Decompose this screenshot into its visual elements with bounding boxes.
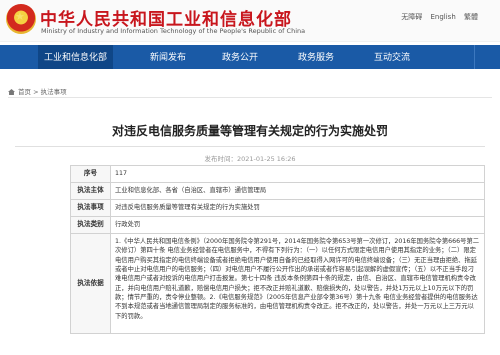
row-value-index: 117 [110,165,485,183]
table-row: 执法事项 对违反电信服务质量等管理有关规定的行为实施处罚 [70,199,485,217]
title-divider [15,146,485,147]
row-value-basis: 1.《中华人民共和国电信条例》（2000年国务院令第291号，2014年国务院令… [110,233,485,334]
nav-item-services[interactable]: 政务服务 [298,50,334,63]
main-nav: 工业和信息化部 新闻发布 政务公开 政务服务 互动交流 [0,45,500,69]
site-header: 中华人民共和国工业和信息化部 Ministry of Industry and … [0,0,500,42]
site-subtitle: Ministry of Industry and Information Tec… [41,27,306,35]
table-row: 执法类别 行政处罚 [70,216,485,234]
top-link-english[interactable]: English [430,13,455,21]
breadcrumb: 首页 > 执法事项 [8,86,67,96]
table-row: 序号 117 [70,165,485,183]
home-icon [8,89,15,95]
breadcrumb-home[interactable]: 首页 [18,88,31,96]
breadcrumb-separator: > [33,88,41,96]
breadcrumb-current[interactable]: 执法事项 [41,88,67,96]
row-value-item: 对违反电信服务质量等管理有关规定的行为实施处罚 [110,199,485,217]
nav-item-home[interactable]: 工业和信息化部 [38,45,114,69]
publish-time: 发布时间：2021-01-25 16:26 [204,155,296,163]
nav-item-news[interactable]: 新闻发布 [150,50,186,63]
nav-item-gov-info[interactable]: 政务公开 [222,50,258,63]
row-label-category: 执法类别 [70,216,111,234]
row-label-index: 序号 [70,165,111,183]
info-table: 序号 117 执法主体 工业和信息化部、各省（自治区、直辖市）通信管理局 执法事… [70,165,485,334]
nav-item-interaction[interactable]: 互动交流 [374,50,410,63]
table-row: 执法依据 1.《中华人民共和国电信条例》（2000年国务院令第291号，2014… [70,233,485,334]
top-link-traditional[interactable]: 繁體 [464,13,478,21]
row-label-basis: 执法依据 [70,233,111,334]
article-title: 对违反电信服务质量等管理有关规定的行为实施处罚 [111,124,388,138]
top-links: 无障碍 English 繁體 [395,12,478,22]
top-link-accessibility[interactable]: 无障碍 [401,13,422,21]
table-row: 执法主体 工业和信息化部、各省（自治区、直辖市）通信管理局 [70,182,485,200]
row-label-item: 执法事项 [70,199,111,217]
national-emblem-icon [6,4,36,34]
row-value-category: 行政处罚 [110,216,485,234]
row-label-subject: 执法主体 [70,182,111,200]
breadcrumb-divider [8,97,492,98]
row-value-subject: 工业和信息化部、各省（自治区、直辖市）通信管理局 [110,182,485,200]
nav-extra-button[interactable] [474,45,500,69]
